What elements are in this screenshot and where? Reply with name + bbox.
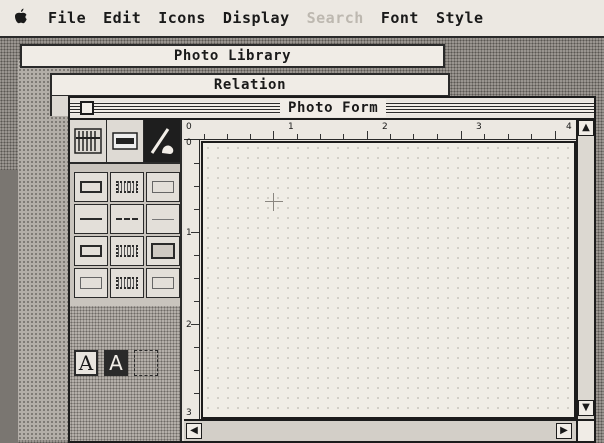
menu-display[interactable]: Display [223,9,290,27]
ruler-label-h: 3 [476,122,482,132]
menu-bar: File Edit Icons Display Search Font Styl… [0,0,604,38]
menu-file[interactable]: File [48,9,86,27]
scroll-down-arrow-icon[interactable]: ▼ [578,400,594,416]
menu-search: Search [306,9,364,27]
photo-form-title: Photo Form [280,99,387,117]
ruler-label-h: 2 [382,122,388,132]
text-tool-icon[interactable]: A [74,350,98,376]
menu-font[interactable]: Font [381,9,419,27]
box-tool-icon[interactable] [74,236,108,266]
relation-window-titlebar[interactable]: Relation [50,73,450,97]
vertical-ruler: 0 1 2 3 [184,138,200,419]
horizontal-scrollbar[interactable]: ◀ ▶ [184,419,576,441]
pattern-light-tool-icon[interactable] [146,268,180,298]
photo-library-window-titlebar[interactable]: Photo Library [20,44,445,68]
photo-form-titlebar[interactable]: Photo Form [70,98,594,120]
thin-line-tool-icon[interactable] [146,204,180,234]
menu-icons[interactable]: Icons [158,9,206,27]
palette-top-row [70,120,182,164]
ruler-label-v: 2 [186,320,192,330]
apple-icon[interactable] [14,8,30,28]
pen-tool-icon[interactable] [144,120,181,162]
thin-rect-tool-icon[interactable] [146,172,180,202]
grow-box-icon[interactable] [576,419,594,441]
menu-style[interactable]: Style [436,9,484,27]
dotted-box-tool-icon[interactable] [110,236,144,266]
ruler-label-v: 0 [186,138,192,148]
horizontal-ruler: 0 1 2 3 4 [184,120,576,140]
scroll-right-arrow-icon[interactable]: ▶ [556,423,572,439]
ruler-label-v: 1 [186,228,192,238]
field-tool-icon[interactable] [107,120,144,162]
photo-form-window: Photo Form A A 0 1 2 3 4 0 1 2 3 ▲ ▼ ◀ ▶ [68,96,596,443]
rect-tool-icon[interactable] [74,172,108,202]
ruler-label-h: 1 [288,122,294,132]
ruler-label-h: 4 [566,122,572,132]
dotted-rect-tool-icon[interactable] [110,172,144,202]
desktop-pattern [0,170,18,443]
shape-tool-grid [74,172,180,298]
filled-box-tool-icon[interactable] [146,236,180,266]
vertical-scrollbar[interactable]: ▲ ▼ [576,120,594,419]
font-tools: A A [74,350,158,376]
menu-edit[interactable]: Edit [103,9,141,27]
pattern-tool-icon[interactable] [74,268,108,298]
inverse-text-tool-icon[interactable]: A [104,350,128,376]
relation-title: Relation [213,77,287,93]
form-canvas[interactable] [201,141,576,419]
scroll-left-arrow-icon[interactable]: ◀ [186,423,202,439]
dashed-line-tool-icon[interactable] [110,204,144,234]
lines-tool-icon[interactable] [70,120,107,162]
photo-library-title: Photo Library [173,48,292,64]
scroll-up-arrow-icon[interactable]: ▲ [578,120,594,136]
tool-palette: A A [70,120,182,441]
crosshair-cursor-icon [265,193,283,211]
pattern-dots-tool-icon[interactable] [110,268,144,298]
line-tool-icon[interactable] [74,204,108,234]
desktop-pattern [18,60,70,440]
close-box[interactable] [80,101,94,115]
ruler-label-h: 0 [186,122,192,132]
ruler-label-v: 3 [186,408,192,418]
clipboard-icon[interactable] [134,350,158,376]
